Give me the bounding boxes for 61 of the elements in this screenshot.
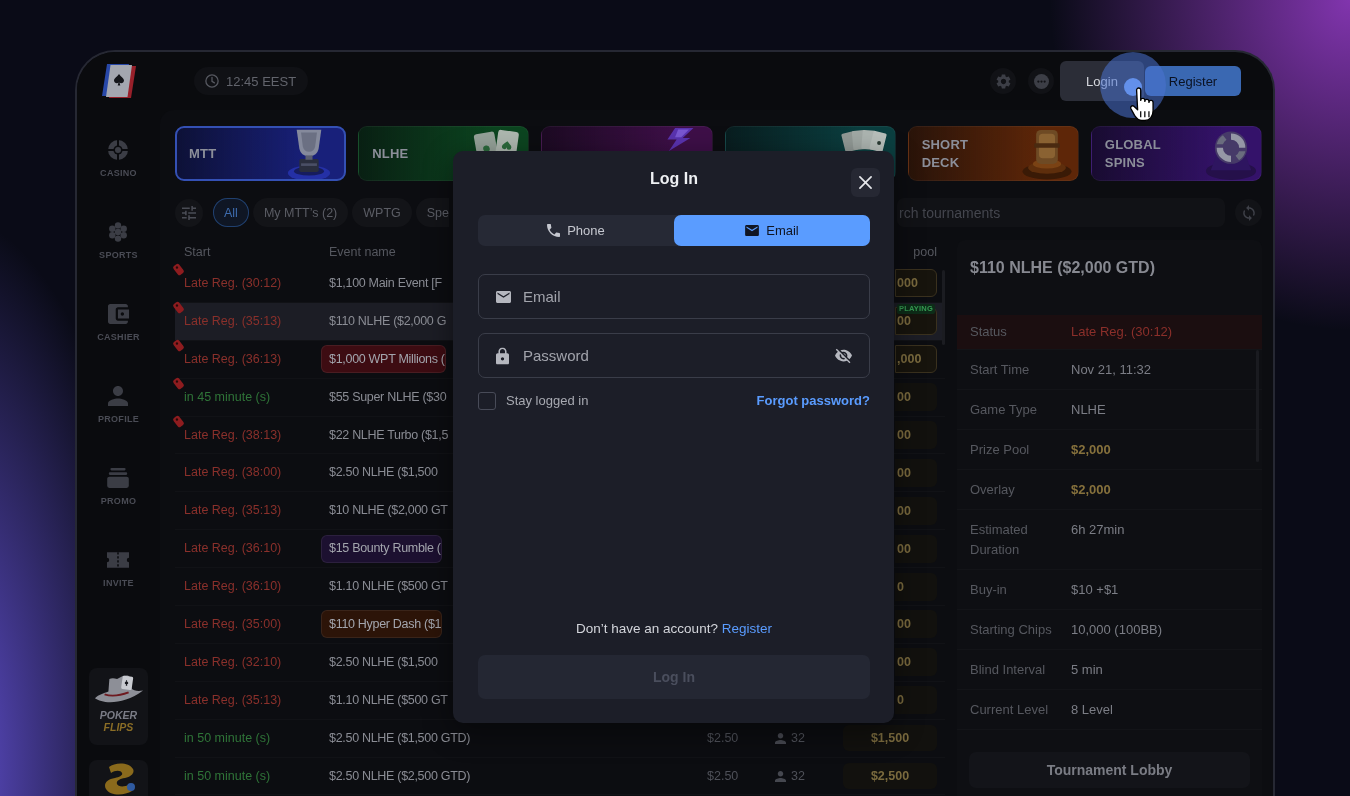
- start-status: in 50 minute (s): [184, 768, 271, 783]
- detail-value: Late Reg. (30:12): [1071, 323, 1173, 341]
- start-status: in 50 minute (s): [184, 730, 271, 745]
- column-header: Start: [184, 244, 211, 259]
- prize-pool-value: 00: [895, 458, 937, 487]
- start-status: Late Reg. (32:10): [184, 654, 282, 669]
- start-status: Late Reg. (38:13): [184, 427, 282, 442]
- tournament-title: $110 NLHE ($2,000 GTD): [970, 259, 1155, 276]
- detail-label: Buy-in: [970, 581, 1008, 599]
- prize-pool-value: ,000: [895, 345, 937, 374]
- buy-in-amount: $2.50: [707, 768, 739, 783]
- checkbox-label: Stay logged in: [506, 393, 589, 409]
- player-count: 32: [791, 730, 805, 746]
- detail-label: Start Time: [970, 361, 1031, 379]
- detail-value: 6h 27min: [1071, 521, 1125, 539]
- detail-label: Starting Chips: [970, 621, 1053, 639]
- start-status: Late Reg. (35:13): [184, 313, 282, 328]
- column-header: pool: [913, 244, 937, 260]
- start-status: Late Reg. (38:00): [184, 465, 282, 480]
- prize-pool-value: 0: [895, 686, 937, 715]
- detail-value: $2,000: [1071, 441, 1111, 459]
- start-status: Late Reg. (36:13): [184, 351, 282, 366]
- promo-title: POKER: [99, 709, 138, 721]
- detail-label: Game Type: [970, 401, 1038, 419]
- detail-value: 10,000 (100BB): [1071, 621, 1163, 639]
- prize-pool-value: 0: [895, 572, 937, 601]
- detail-value: 8 Level: [1071, 701, 1113, 719]
- start-status: Late Reg. (35:13): [184, 503, 282, 518]
- prize-pool-value: 00: [895, 383, 937, 412]
- detail-label: Prize Pool: [970, 441, 1031, 459]
- start-status: Late Reg. (30:12): [184, 275, 282, 290]
- prize-pool-value: 00: [895, 421, 937, 449]
- modal-title: Log In: [650, 169, 698, 189]
- prize-pool-value: 00: [895, 534, 937, 563]
- start-status: Late Reg. (35:13): [184, 692, 282, 707]
- detail-value: $10 +$1: [1071, 581, 1119, 599]
- start-status: Late Reg. (36:10): [184, 579, 282, 594]
- prize-pool-value: 00: [895, 610, 937, 639]
- detail-label: Estimated Duration: [970, 521, 1029, 559]
- prize-pool-value: $1,500: [843, 725, 937, 752]
- detail-label: Overlay: [970, 481, 1016, 499]
- promo-subtitle: FLIPS: [103, 721, 134, 733]
- detail-value: NLHE: [1071, 401, 1106, 419]
- buy-in-amount: $2.50: [707, 730, 739, 745]
- signup-prompt: Don’t have an account? Register: [576, 620, 772, 638]
- detail-label: Blind Interval: [970, 661, 1047, 679]
- prize-pool-value: 000: [895, 269, 937, 298]
- start-status: Late Reg. (35:00): [184, 616, 282, 631]
- detail-value: $2,000: [1071, 481, 1111, 499]
- detail-value: Nov 21, 11:32: [1071, 361, 1151, 379]
- start-status: Late Reg. (36:10): [184, 541, 282, 556]
- detail-value: 5 min: [1071, 661, 1103, 679]
- prize-pool-value: $2,500: [843, 763, 937, 789]
- prize-pool-value: 00: [895, 496, 937, 525]
- detail-label: Status: [970, 323, 1008, 341]
- column-header: Event name: [329, 244, 396, 259]
- prize-pool-value: 00: [895, 648, 937, 677]
- detail-label: Current Level: [970, 701, 1050, 719]
- start-status: in 45 minute (s): [184, 389, 271, 404]
- time-label: 12:45 EEST: [226, 73, 297, 89]
- player-count: 32: [791, 768, 805, 784]
